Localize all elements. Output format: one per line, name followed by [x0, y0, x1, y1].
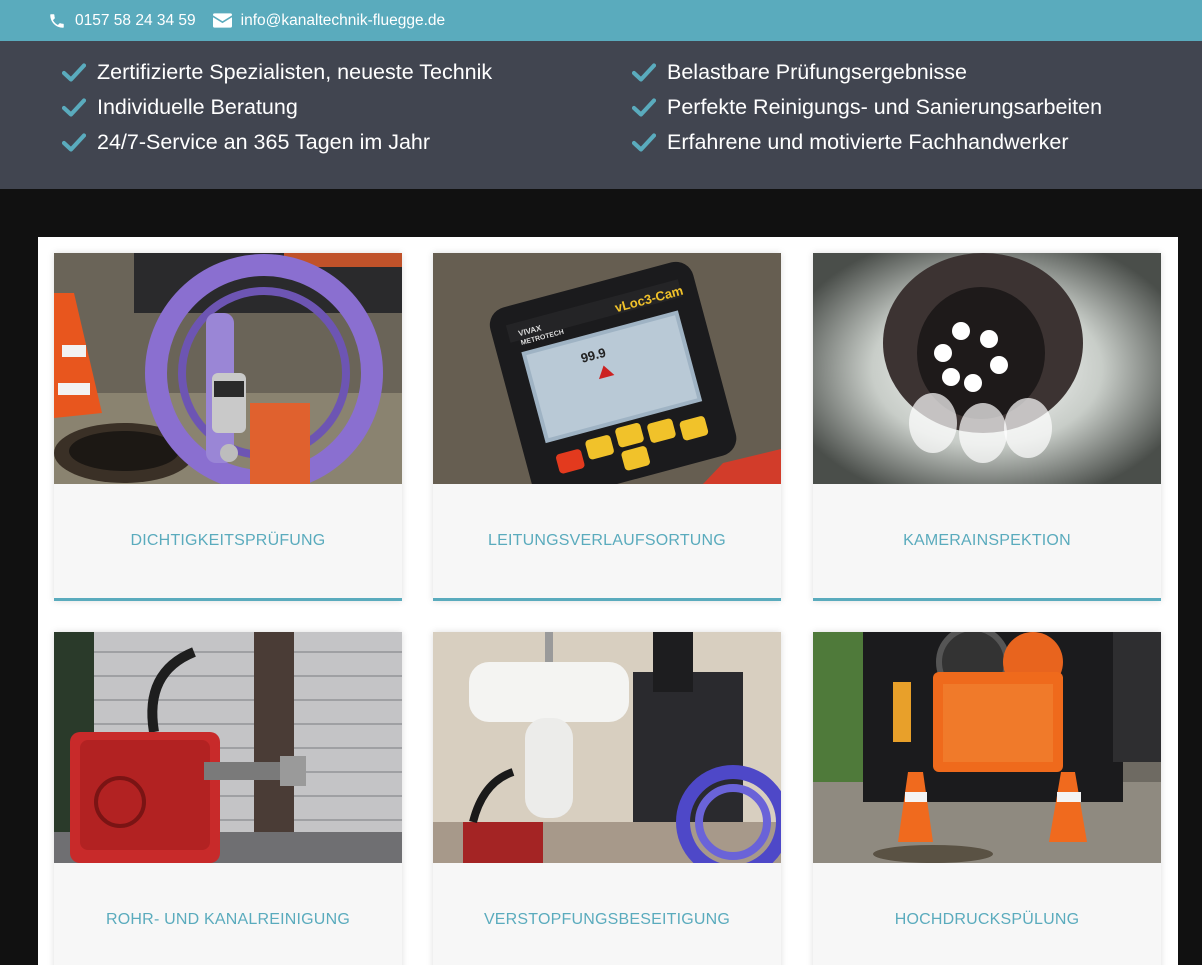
benefit-text: Zertifizierte Spezialisten, neueste Tech… — [97, 60, 493, 84]
benefit-item: Zertifizierte Spezialisten, neueste Tech… — [62, 60, 492, 85]
check-icon — [632, 133, 656, 152]
benefit-item: Individuelle Beratung — [62, 95, 298, 120]
service-card-rohr-kanalreinigung[interactable]: ROHR- UND KANALREINIGUNG — [54, 632, 402, 965]
check-icon — [632, 63, 656, 82]
service-card-kamerainspektion[interactable]: KAMERAINSPEKTION — [813, 253, 1161, 601]
benefit-item: 24/7-Service an 365 Tagen im Jahr — [62, 130, 430, 155]
benefit-text: 24/7-Service an 365 Tagen im Jahr — [97, 130, 431, 154]
check-icon — [632, 98, 656, 117]
email-link[interactable]: info@kanaltechnik-fluegge.de — [212, 11, 446, 30]
phone-link[interactable]: 0157 58 24 34 59 — [48, 12, 196, 30]
service-card-leitungsverlaufsortung[interactable]: VIVAX METROTECH vLoc3-Cam 99.9 LEITUNGSV… — [433, 253, 781, 601]
service-card-hochdruckspuelung[interactable]: HOCHDRUCKSPÜLUNG — [813, 632, 1161, 965]
benefit-text: Erfahrene und motivierte Fachhandwerker — [667, 130, 1069, 154]
email-address: info@kanaltechnik-fluegge.de — [240, 11, 446, 29]
service-image-pipe-camera — [813, 253, 1161, 484]
benefits-bar: Zertifizierte Spezialisten, neueste Tech… — [0, 41, 1202, 189]
benefit-text: Perfekte Reinigungs- und Sanierungsarbei… — [667, 95, 1103, 119]
check-icon — [62, 98, 86, 117]
benefit-text: Individuelle Beratung — [97, 95, 298, 119]
service-title[interactable]: DICHTIGKEITSPRÜFUNG — [54, 484, 402, 598]
service-title[interactable]: LEITUNGSVERLAUFSORTUNG — [433, 484, 781, 598]
phone-number: 0157 58 24 34 59 — [75, 11, 196, 29]
card-accent-bar — [433, 598, 781, 601]
card-accent-bar — [813, 598, 1161, 601]
service-title[interactable]: HOCHDRUCKSPÜLUNG — [813, 863, 1161, 965]
service-title[interactable]: KAMERAINSPEKTION — [813, 484, 1161, 598]
benefit-text: Belastbare Prüfungsergebnisse — [667, 60, 967, 84]
benefit-item: Perfekte Reinigungs- und Sanierungsarbei… — [632, 95, 1102, 120]
service-card-dichtigkeitspruefung[interactable]: DICHTIGKEITSPRÜFUNG — [54, 253, 402, 601]
service-title[interactable]: ROHR- UND KANALREINIGUNG — [54, 863, 402, 965]
check-icon — [62, 63, 86, 82]
service-image-leak-test — [54, 253, 402, 484]
phone-icon — [50, 13, 64, 28]
services-panel: DICHTIGKEITSPRÜFUNG VIVAX METROTECH vLoc… — [38, 237, 1178, 965]
benefit-item: Erfahrene und motivierte Fachhandwerker — [632, 130, 1069, 155]
service-image-cable-locator: VIVAX METROTECH vLoc3-Cam 99.9 — [433, 253, 781, 484]
service-title[interactable]: VERSTOPFUNGSBESEITIGUNG — [433, 863, 781, 965]
envelope-icon — [212, 13, 232, 28]
card-accent-bar — [54, 598, 402, 601]
service-image-blockage-removal — [433, 632, 781, 863]
service-image-high-pressure-cleaning — [813, 632, 1161, 863]
service-card-verstopfungsbeseitigung[interactable]: VERSTOPFUNGSBESEITIGUNG — [433, 632, 781, 965]
benefit-item: Belastbare Prüfungsergebnisse — [632, 60, 967, 85]
service-image-pipe-cleaning — [54, 632, 402, 863]
top-contact-bar: 0157 58 24 34 59 info@kanaltechnik-flueg… — [0, 0, 1202, 41]
check-icon — [62, 133, 86, 152]
